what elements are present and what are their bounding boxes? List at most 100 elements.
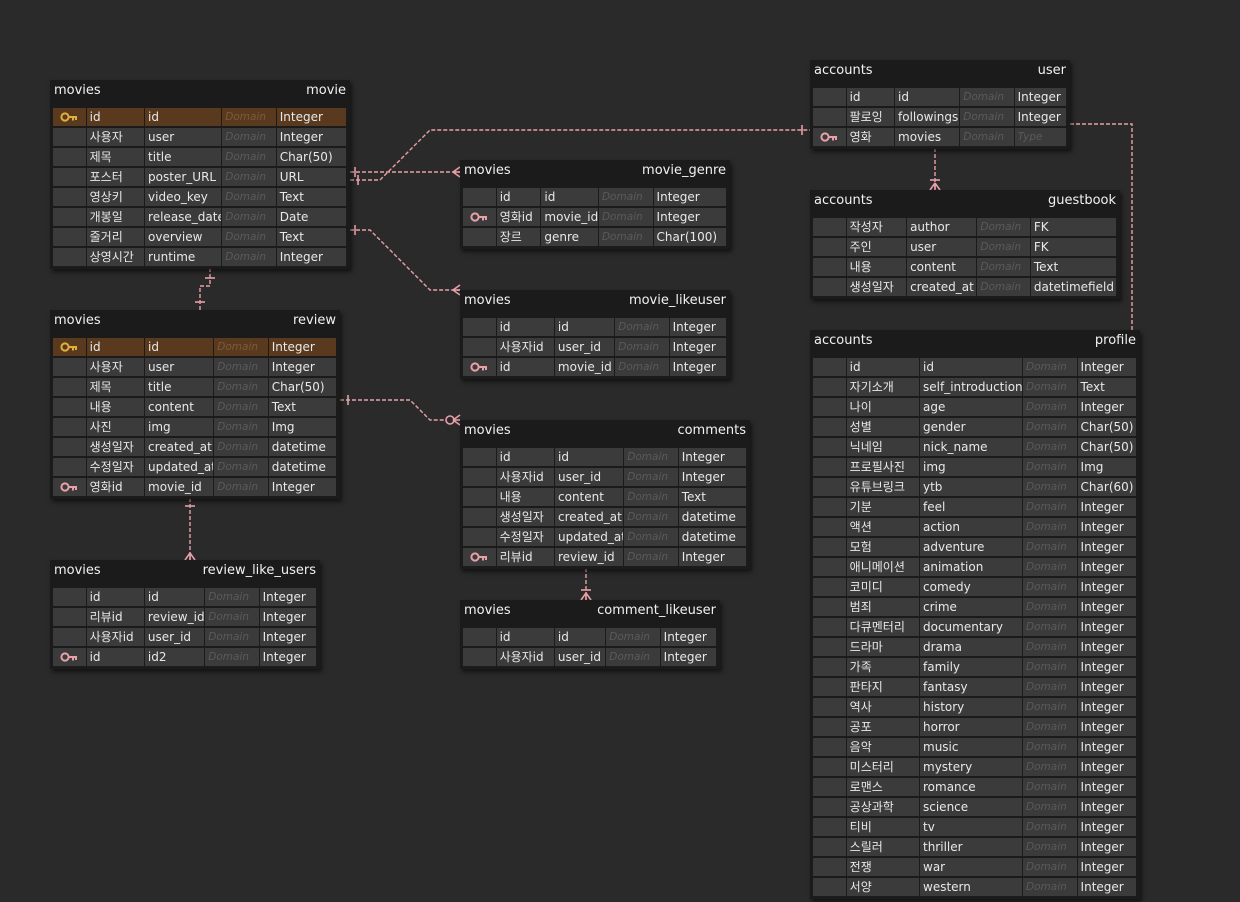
column-row[interactable]: 상영시간 runtime Domain Integer: [53, 247, 347, 267]
column-row[interactable]: 줄거리 overview Domain Text: [53, 227, 347, 247]
column-row[interactable]: 사용자id user_id Domain Integer: [53, 627, 317, 647]
column-row[interactable]: 나이 age Domain Integer: [813, 397, 1137, 417]
column-row[interactable]: 전쟁 war Domain Integer: [813, 857, 1137, 877]
entity-table-movies-review[interactable]: movies review id id Domain Integer 사용자 user Doma…: [50, 310, 340, 499]
er-diagram-canvas: movies movie id id Domain Integer 사용자 user Domai…: [0, 0, 1240, 902]
column-field: id: [541, 188, 598, 206]
column-domain: Domain: [624, 448, 678, 466]
column-row[interactable]: 가족 family Domain Integer: [813, 657, 1137, 677]
table-header[interactable]: movies movie_likeuser: [460, 290, 730, 315]
entity-table-movies-review-like-users[interactable]: movies review_like_users id id Domain Integer…: [50, 560, 320, 669]
column-row[interactable]: 프로필사진 img Domain Img: [813, 457, 1137, 477]
column-label: id: [496, 358, 554, 376]
column-row[interactable]: 수정일자 updated_at Domain datetime: [53, 457, 337, 477]
column-row[interactable]: 내용 content Domain Text: [813, 257, 1117, 277]
column-row[interactable]: 내용 content Domain Text: [463, 487, 747, 507]
column-row[interactable]: 내용 content Domain Text: [53, 397, 337, 417]
column-row[interactable]: 팔로잉 followings Domain Integer: [813, 107, 1067, 127]
table-header[interactable]: movies comments: [460, 420, 750, 445]
column-row[interactable]: id id Domain Integer: [813, 357, 1137, 377]
column-row[interactable]: 사진 img Domain Img: [53, 417, 337, 437]
table-name: comment_likeuser: [597, 603, 716, 618]
column-row[interactable]: 닉네임 nick_name Domain Char(50): [813, 437, 1137, 457]
table-header[interactable]: accounts profile: [810, 330, 1140, 355]
column-row[interactable]: 리뷰id review_id Domain Integer: [53, 607, 317, 627]
table-header[interactable]: movies review: [50, 310, 340, 335]
column-row[interactable]: id id Domain Integer: [53, 587, 317, 607]
column-row[interactable]: 생성일자 created_at Domain datetime: [463, 507, 747, 527]
column-row[interactable]: 리뷰id review_id Domain Integer: [463, 547, 747, 567]
column-row[interactable]: id id Domain Integer: [813, 87, 1067, 107]
column-row[interactable]: 공상과학 science Domain Integer: [813, 797, 1137, 817]
column-row[interactable]: 사용자 user Domain Integer: [53, 127, 347, 147]
column-row[interactable]: id id Domain Integer: [53, 107, 347, 127]
column-label: 다큐멘터리: [846, 618, 919, 636]
column-row[interactable]: id id Domain Integer: [463, 627, 717, 647]
column-row[interactable]: 수정일자 updated_at Domain datetime: [463, 527, 747, 547]
table-header[interactable]: movies review_like_users: [50, 560, 320, 585]
column-row[interactable]: id id2 Domain Integer: [53, 647, 317, 667]
column-row[interactable]: 스릴러 thriller Domain Integer: [813, 837, 1137, 857]
column-row[interactable]: 사용자id user_id Domain Integer: [463, 337, 727, 357]
column-row[interactable]: 제목 title Domain Char(50): [53, 377, 337, 397]
column-row[interactable]: 사용자id user_id Domain Integer: [463, 467, 747, 487]
column-row[interactable]: 생성일자 created_at Domain datetime: [53, 437, 337, 457]
column-row[interactable]: id id Domain Integer: [463, 447, 747, 467]
table-header[interactable]: movies movie_genre: [460, 160, 730, 185]
column-type: Integer: [1077, 878, 1137, 896]
column-row[interactable]: 영화id movie_id Domain Integer: [463, 207, 727, 227]
column-row[interactable]: 개봉일 release_date Domain Date: [53, 207, 347, 227]
column-row[interactable]: 모험 adventure Domain Integer: [813, 537, 1137, 557]
column-row[interactable]: 드라마 drama Domain Integer: [813, 637, 1137, 657]
column-row[interactable]: 미스터리 mystery Domain Integer: [813, 757, 1137, 777]
column-row[interactable]: id movie_id Domain Integer: [463, 357, 727, 377]
column-row[interactable]: 애니메이션 animation Domain Integer: [813, 557, 1137, 577]
column-field: comedy: [920, 578, 1023, 596]
column-row[interactable]: 작성자 author Domain FK: [813, 217, 1117, 237]
column-field: title: [145, 378, 214, 396]
column-row[interactable]: 사용자 user Domain Integer: [53, 357, 337, 377]
column-row[interactable]: id id Domain Integer: [463, 187, 727, 207]
table-header[interactable]: accounts guestbook: [810, 190, 1120, 215]
entity-table-accounts-user[interactable]: accounts user id id Domain Integer 팔로잉 followin…: [810, 60, 1070, 149]
column-row[interactable]: 주인 user Domain FK: [813, 237, 1117, 257]
column-row[interactable]: 영화id movie_id Domain Integer: [53, 477, 337, 497]
column-row[interactable]: 로맨스 romance Domain Integer: [813, 777, 1137, 797]
column-row[interactable]: id id Domain Integer: [463, 317, 727, 337]
entity-table-movies-comment-likeuser[interactable]: movies comment_likeuser id id Domain Integer 사…: [460, 600, 720, 669]
column-row[interactable]: 자기소개 self_introduction Domain Text: [813, 377, 1137, 397]
column-label: 줄거리: [86, 228, 145, 246]
column-row[interactable]: 공포 horror Domain Integer: [813, 717, 1137, 737]
column-row[interactable]: 유튜브링크 ytb Domain Char(60): [813, 477, 1137, 497]
column-row[interactable]: 다큐멘터리 documentary Domain Integer: [813, 617, 1137, 637]
column-row[interactable]: 제목 title Domain Char(50): [53, 147, 347, 167]
column-row[interactable]: 영화 movies Domain Type: [813, 127, 1067, 147]
entity-table-accounts-guestbook[interactable]: accounts guestbook 작성자 author Domain FK 주인 user…: [810, 190, 1120, 299]
column-row[interactable]: 역사 history Domain Integer: [813, 697, 1137, 717]
table-header[interactable]: accounts user: [810, 60, 1070, 85]
table-header[interactable]: movies movie: [50, 80, 350, 105]
column-field: age: [920, 398, 1023, 416]
entity-table-movies-movie-genre[interactable]: movies movie_genre id id Domain Integer 영화id mo…: [460, 160, 730, 249]
many-marker: [452, 284, 461, 296]
column-row[interactable]: 액션 action Domain Integer: [813, 517, 1137, 537]
column-row[interactable]: 판타지 fantasy Domain Integer: [813, 677, 1137, 697]
column-row[interactable]: 코미디 comedy Domain Integer: [813, 577, 1137, 597]
column-row[interactable]: 장르 genre Domain Char(100): [463, 227, 727, 247]
column-row[interactable]: 성별 gender Domain Char(50): [813, 417, 1137, 437]
column-row[interactable]: 기분 feel Domain Integer: [813, 497, 1137, 517]
column-row[interactable]: 범죄 crime Domain Integer: [813, 597, 1137, 617]
table-header[interactable]: movies comment_likeuser: [460, 600, 720, 625]
entity-table-movies-movie[interactable]: movies movie id id Domain Integer 사용자 user Domai…: [50, 80, 350, 269]
column-row[interactable]: 생성일자 created_at Domain datetimefield: [813, 277, 1117, 297]
column-row[interactable]: 포스터 poster_URL Domain URL: [53, 167, 347, 187]
column-row[interactable]: 영상키 video_key Domain Text: [53, 187, 347, 207]
column-row[interactable]: 음악 music Domain Integer: [813, 737, 1137, 757]
column-row[interactable]: 티비 tv Domain Integer: [813, 817, 1137, 837]
entity-table-movies-comments[interactable]: movies comments id id Domain Integer 사용자id user…: [460, 420, 750, 569]
entity-table-movies-movie-likeuser[interactable]: movies movie_likeuser id id Domain Integer 사용자…: [460, 290, 730, 379]
entity-table-accounts-profile[interactable]: accounts profile id id Domain Integer 자기소개 self…: [810, 330, 1140, 899]
column-row[interactable]: 사용자id user_id Domain Integer: [463, 647, 717, 667]
column-row[interactable]: 서양 western Domain Integer: [813, 877, 1137, 897]
column-row[interactable]: id id Domain Integer: [53, 337, 337, 357]
